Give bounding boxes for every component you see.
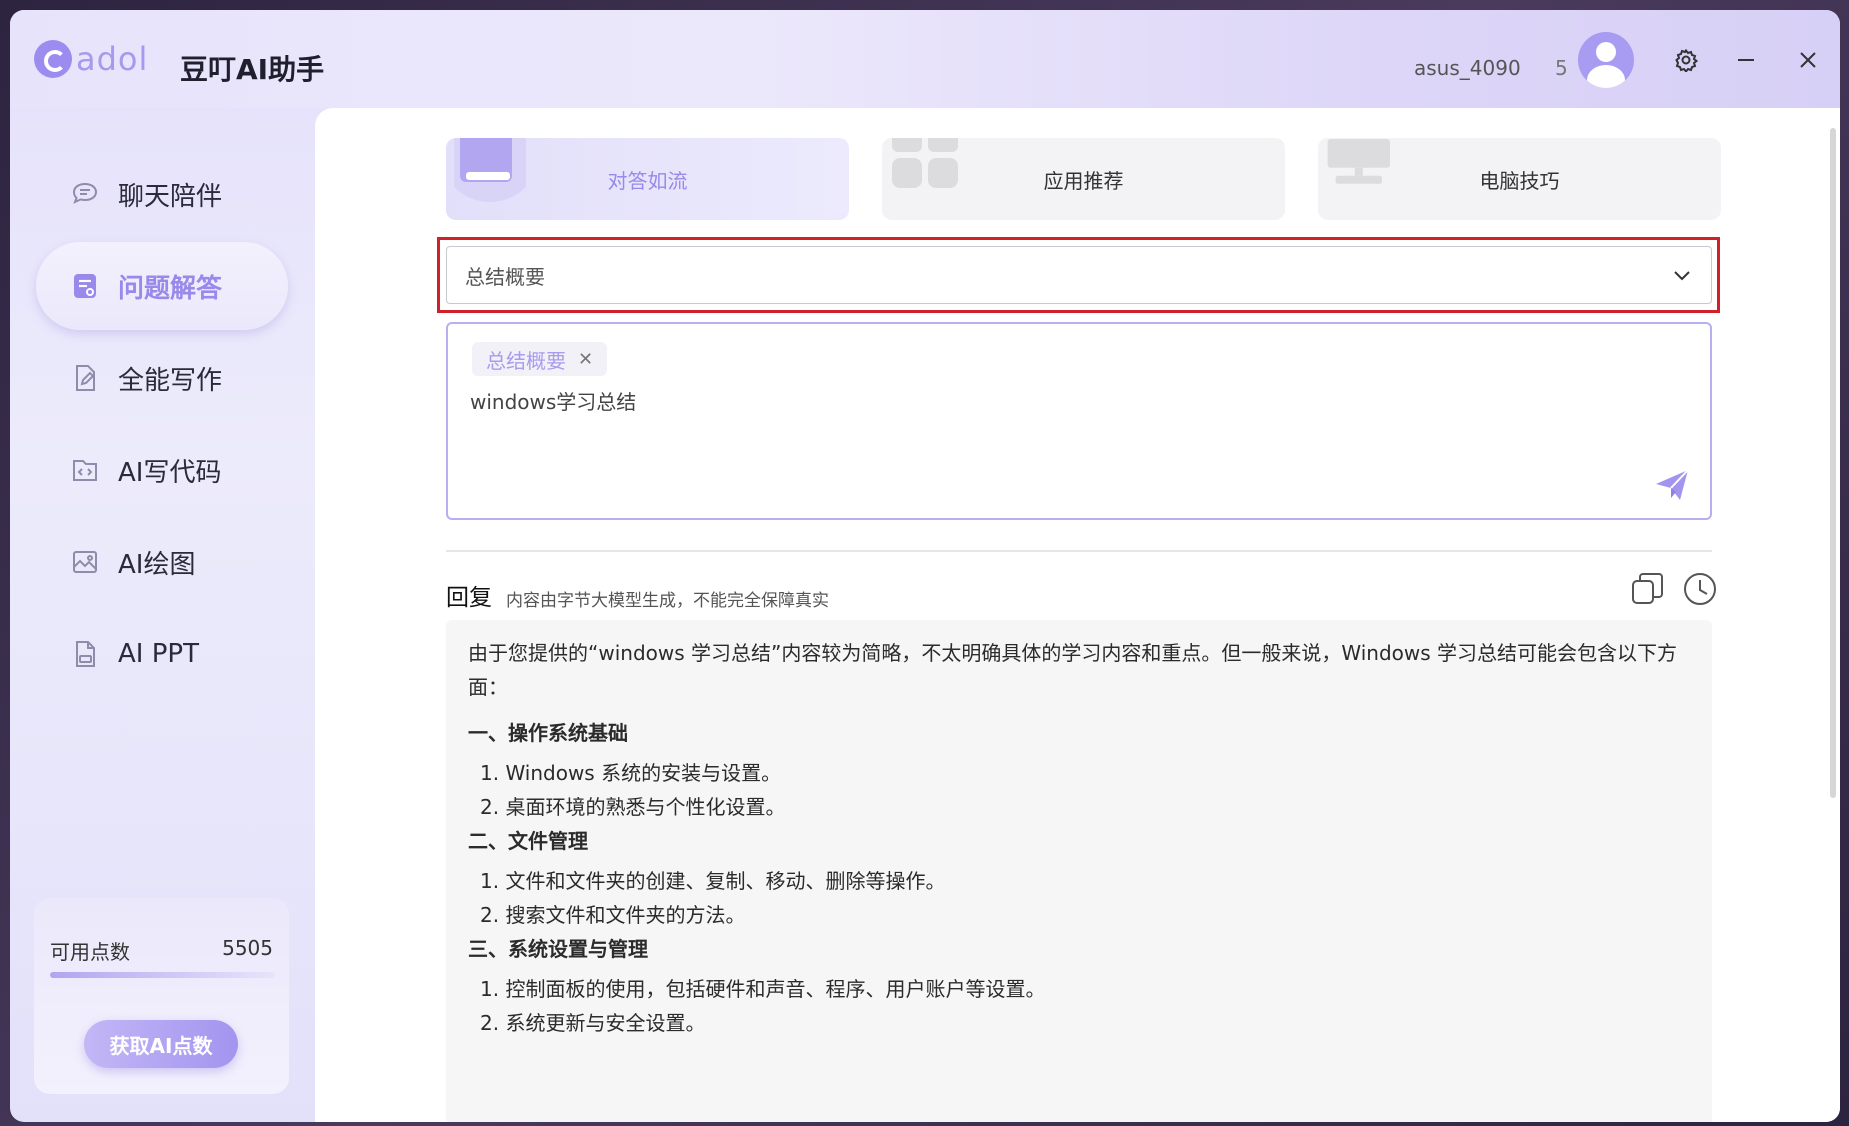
write-icon <box>70 363 100 393</box>
answer-list-item: 2. 搜索文件和文件夹的方法。 <box>480 903 746 927</box>
ppt-icon <box>70 639 100 669</box>
user-name-extra: 5 <box>1555 56 1568 80</box>
sidebar-item-label: 聊天陪伴 <box>118 181 223 212</box>
sidebar-item-label: AI写代码 <box>118 457 222 488</box>
qa-icon <box>70 271 100 301</box>
monitor-icon <box>1327 139 1390 184</box>
sidebar-item-write[interactable]: 全能写作 <box>36 334 288 422</box>
main-panel: 对答如流 应用推荐 电脑技巧 总结概要 总结概要 ✕ windows学习总结 回… <box>315 108 1840 1122</box>
reply-disclaimer: 内容由字节大模型生成，不能完全保障真实 <box>506 591 829 611</box>
highlight-box <box>437 237 1720 313</box>
tab-answer[interactable]: 对答如流 <box>446 138 849 220</box>
sidebar-item-label: 问题解答 <box>118 273 223 304</box>
minimize-icon <box>1738 59 1754 61</box>
sidebar-item-qa[interactable]: 问题解答 <box>36 242 288 330</box>
sidebar-item-draw[interactable]: AI绘图 <box>36 518 288 606</box>
sidebar: 聊天陪伴 问题解答 全能写作 AI写代码 AI绘图 AI PPT 可用点数 55… <box>10 108 315 1122</box>
scrollbar[interactable] <box>1830 128 1836 798</box>
points-bar <box>50 972 275 978</box>
get-points-button[interactable]: 获取AI点数 <box>84 1020 238 1068</box>
points-label: 可用点数 <box>50 940 130 964</box>
tab-apps[interactable]: 应用推荐 <box>882 138 1285 220</box>
answer-section-heading: 一、操作系统基础 <box>468 721 628 745</box>
chip-label: 总结概要 <box>486 348 566 373</box>
mode-chip: 总结概要 ✕ <box>472 342 608 376</box>
copy-icon[interactable] <box>1628 570 1666 608</box>
user-name: asus_4090 <box>1414 56 1521 80</box>
sidebar-item-chat[interactable]: 聊天陪伴 <box>36 150 288 238</box>
history-icon[interactable] <box>1681 570 1719 608</box>
answer-list-item: 2. 系统更新与安全设置。 <box>480 1011 706 1035</box>
logo-text: adol <box>76 40 149 78</box>
code-icon <box>70 455 100 485</box>
answer-list-item: 1. Windows 系统的安装与设置。 <box>480 761 782 785</box>
answer-section-heading: 三、系统设置与管理 <box>468 937 648 961</box>
tab-label: 电脑技巧 <box>1479 168 1560 193</box>
divider <box>446 550 1712 552</box>
sidebar-item-label: AI绘图 <box>118 549 196 580</box>
answer-list-item: 1. 文件和文件夹的创建、复制、移动、删除等操作。 <box>480 869 946 893</box>
tab-pc-tips[interactable]: 电脑技巧 <box>1318 138 1721 220</box>
send-icon[interactable] <box>1652 464 1692 504</box>
avatar[interactable] <box>1578 32 1634 88</box>
title-bar: adol 豆叮AI助手 asus_4090 5 <box>10 10 1840 108</box>
sidebar-item-label: 全能写作 <box>118 365 223 396</box>
prompt-text[interactable]: windows学习总结 <box>470 386 636 415</box>
gear-icon <box>1675 48 1698 72</box>
reply-title: 回复 <box>446 585 492 611</box>
sidebar-item-ppt[interactable]: AI PPT <box>36 610 288 698</box>
answer-list-item: 2. 桌面环境的熟悉与个性化设置。 <box>480 795 786 819</box>
close-icon <box>1800 52 1816 68</box>
tab-label: 应用推荐 <box>1043 168 1124 193</box>
image-icon <box>70 547 100 577</box>
minimize-button[interactable] <box>1730 44 1762 76</box>
logo-icon <box>34 40 72 78</box>
app-title: 豆叮AI助手 <box>180 53 325 86</box>
answer-box: 由于您提供的“windows 学习总结”内容较为简略，不太明确具体的学习内容和重… <box>446 620 1712 1122</box>
prompt-editor[interactable]: 总结概要 ✕ windows学习总结 <box>446 322 1712 520</box>
answer-intro: 由于您提供的“windows 学习总结”内容较为简略，不太明确具体的学习内容和重… <box>468 641 1678 699</box>
close-button[interactable] <box>1792 44 1824 76</box>
book-icon <box>454 138 526 202</box>
sidebar-item-label: AI PPT <box>118 639 199 669</box>
chat-icon <box>70 179 100 209</box>
app-window: adol 豆叮AI助手 asus_4090 5 聊天陪伴 问题解答 全能写作 A… <box>10 10 1840 1122</box>
chip-close-icon[interactable]: ✕ <box>578 349 593 370</box>
sidebar-item-code[interactable]: AI写代码 <box>36 426 288 514</box>
answer-section-heading: 二、文件管理 <box>468 829 588 853</box>
points-card: 可用点数 5505 获取AI点数 <box>34 898 289 1094</box>
app-logo: adol <box>34 40 148 78</box>
apps-grid-icon <box>892 138 958 188</box>
answer-list-item: 1. 控制面板的使用，包括硬件和声音、程序、用户账户等设置。 <box>480 977 1046 1001</box>
tab-label: 对答如流 <box>607 168 688 193</box>
settings-button[interactable] <box>1670 44 1702 76</box>
points-value: 5505 <box>222 936 273 960</box>
